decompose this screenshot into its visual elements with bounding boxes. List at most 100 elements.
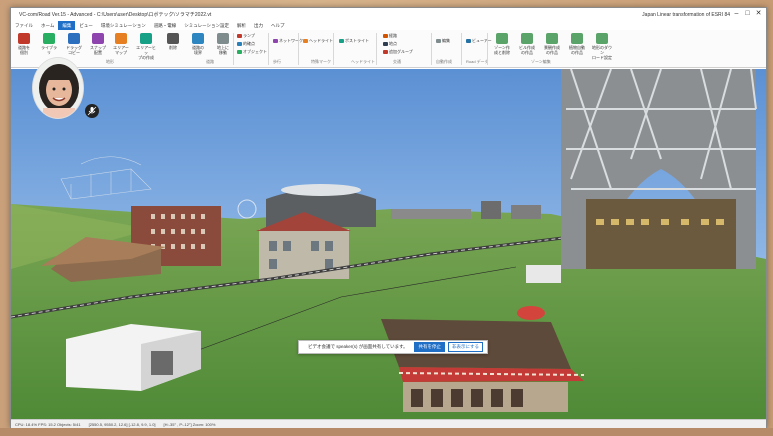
zone-button-label: ゾーン作 成と削除 <box>494 45 510 55</box>
ribbon-button-label: ドラッグ コピー <box>66 45 82 55</box>
title-bar: VC-com/Road Ver.15 - Advanced - C:\Users… <box>11 8 766 21</box>
menu-item-8[interactable]: 出力 <box>250 21 267 30</box>
3d-viewport[interactable] <box>11 69 766 419</box>
menu-item-3[interactable]: ビュー <box>75 21 97 30</box>
menu-item-0[interactable]: ファイル <box>11 21 37 30</box>
webcam-overlay <box>32 57 84 119</box>
ribbon-button-6[interactable]: 削除 <box>162 33 184 57</box>
status-performance: CPU: 18.4% FPS: 15.2 Objects: 5/41 <box>15 421 81 427</box>
ribbon-small-label: 編集 <box>442 38 450 43</box>
ribbon-small-item-8[interactable]: 追加グループ <box>383 49 413 55</box>
ribbon-button-5[interactable]: エリアーヒッ プの作成 <box>135 33 157 60</box>
menu-item-6[interactable]: シミュレーション設定 <box>180 21 233 30</box>
ribbon-button-4[interactable]: エリアー マップ <box>110 33 132 57</box>
zone-button-label: ビル作成 の作品 <box>519 45 535 55</box>
ribbon-separator <box>461 33 462 65</box>
ribbon-small-icon <box>466 38 471 43</box>
ribbon-button-label: 地上に 移動 <box>217 45 229 55</box>
app-window: VC-com/Road Ver.15 - Advanced - C:\Users… <box>10 7 767 428</box>
menu-item-9[interactable]: ヘルプ <box>267 21 289 30</box>
ribbon-button-8[interactable]: 地上に 移動 <box>212 33 234 57</box>
screen-share-notification: ビデオ会議で speaker(s) が画面共有しています。 共有を停止 非表示に… <box>298 340 488 354</box>
zone-button-1[interactable]: ビル作成 の作品 <box>516 33 538 57</box>
ribbon-button-2[interactable]: ドラッグ コピー <box>63 33 85 57</box>
status-camera: [H:-35° , P:-12°] Zoom: 100% <box>163 421 216 427</box>
zone-tool-icon <box>571 33 583 44</box>
ribbon-button-label: ライブラ リ <box>41 45 57 55</box>
notification-message: ビデオ会議で speaker(s) が画面共有しています。 <box>308 344 408 349</box>
microphone-muted-icon[interactable] <box>85 104 99 118</box>
ribbon-small-icon <box>273 38 278 43</box>
hide-notification-button[interactable]: 非表示にする <box>447 342 483 352</box>
ribbon-group-label-6: 自動作成 <box>436 59 452 64</box>
zone-button-3[interactable]: 植物自動 の作品 <box>566 33 588 57</box>
ribbon-small-label: 地点 <box>389 41 397 46</box>
ribbon-group-label-3: 特殊マーク <box>311 59 331 64</box>
close-icon[interactable]: ✕ <box>754 9 763 18</box>
ribbon-tool-icon <box>115 33 127 44</box>
ribbon-small-icon <box>383 33 388 38</box>
ribbon-small-icon <box>237 33 242 38</box>
ribbon-button-label: 道路を 個別 <box>18 45 30 55</box>
ribbon-separator <box>233 33 234 65</box>
scene-3d[interactable] <box>11 69 766 419</box>
ribbon-small-icon <box>383 49 388 54</box>
ribbon-separator <box>333 33 334 65</box>
zone-button-4[interactable]: 地形のダウン ロード設定 <box>591 33 613 60</box>
menu-item-7[interactable]: 解析 <box>233 21 250 30</box>
ribbon-small-icon <box>303 38 308 43</box>
ribbon-button-1[interactable]: ライブラ リ <box>38 33 60 57</box>
menu-item-4[interactable]: 環境シミュレーション <box>97 21 150 30</box>
ribbon-group-label-0: 地形 <box>106 59 114 64</box>
ribbon-group-label-1: 道路 <box>206 59 214 64</box>
ribbon-group-label-7: Road データ <box>466 59 489 64</box>
status-bar: CPU: 18.4% FPS: 15.2 Objects: 5/41 [2550… <box>11 419 766 428</box>
ribbon-tool-icon <box>43 33 55 44</box>
ribbon-button-label: 削除 <box>169 45 177 50</box>
menu-item-1[interactable]: ホーム <box>37 21 58 30</box>
ribbon-separator <box>487 33 488 65</box>
ribbon-separator <box>431 33 432 65</box>
school-building <box>259 229 349 279</box>
zone-button-0[interactable]: ゾーン作 成と削除 <box>491 33 513 57</box>
ribbon-tool-icon <box>167 33 179 44</box>
menu-item-2[interactable]: 編集 <box>58 21 76 30</box>
shop-umbrella <box>517 306 545 320</box>
menu-item-5[interactable]: 道路・電線 <box>150 21 181 30</box>
ribbon-small-icon <box>436 38 441 43</box>
distant-buildings <box>391 209 471 219</box>
ribbon-small-item-9[interactable]: 編集 <box>436 38 450 44</box>
ribbon-small-label: 追加グループ <box>389 49 413 54</box>
presenter-avatar <box>33 58 83 118</box>
ribbon-small-label: 的確点 <box>243 41 255 46</box>
zone-tool-icon <box>596 33 608 44</box>
minimize-icon[interactable]: – <box>732 9 741 18</box>
desk-edge <box>0 428 773 436</box>
ribbon-button-7[interactable]: 道路の 境界 <box>187 33 209 57</box>
zone-tool-icon <box>546 33 558 44</box>
ribbon-separator <box>376 33 377 65</box>
zone-button-2[interactable]: 景観作成 の作品 <box>541 33 563 57</box>
ribbon-small-item-0[interactable]: ランプ <box>237 33 255 39</box>
ribbon-separator <box>268 33 269 65</box>
window-title: VC-com/Road Ver.15 - Advanced - C:\Users… <box>19 12 212 18</box>
ribbon-small-item-6[interactable]: 経路 <box>383 33 397 39</box>
zone-tool-icon <box>496 33 508 44</box>
ribbon-small-label: ネットワーク <box>279 38 303 43</box>
ribbon-small-item-5[interactable]: ポストライト <box>339 38 369 44</box>
maximize-icon[interactable]: □ <box>743 9 752 18</box>
ribbon-group-label-5: 交通 <box>393 59 401 64</box>
ribbon-separator <box>298 33 299 65</box>
ribbon-small-item-7[interactable]: 地点 <box>383 41 397 47</box>
ribbon-button-3[interactable]: スナップ 配置 <box>87 33 109 57</box>
ribbon-tool-icon <box>140 33 152 44</box>
menu-bar: ファイル ホーム 編集 ビュー 環境シミュレーション 道路・電線 シミュレーション設定 解析出… <box>11 21 766 30</box>
ribbon-small-item-2[interactable]: オブジェクト <box>237 49 267 55</box>
ribbon-group-label-8: ゾーン編集 <box>531 59 551 64</box>
ribbon-button-0[interactable]: 道路を 個別 <box>13 33 35 57</box>
ribbon-small-item-4[interactable]: ヘッドライト <box>303 38 333 44</box>
ribbon-small-item-1[interactable]: 的確点 <box>237 41 255 47</box>
status-coordinates: [2550.5, 9550.2, 12.6] [-12.8, 9.9, 1.0] <box>88 421 156 427</box>
stop-sharing-button[interactable]: 共有を停止 <box>414 342 445 352</box>
zone-button-label: 景観作成 の作品 <box>544 45 560 55</box>
